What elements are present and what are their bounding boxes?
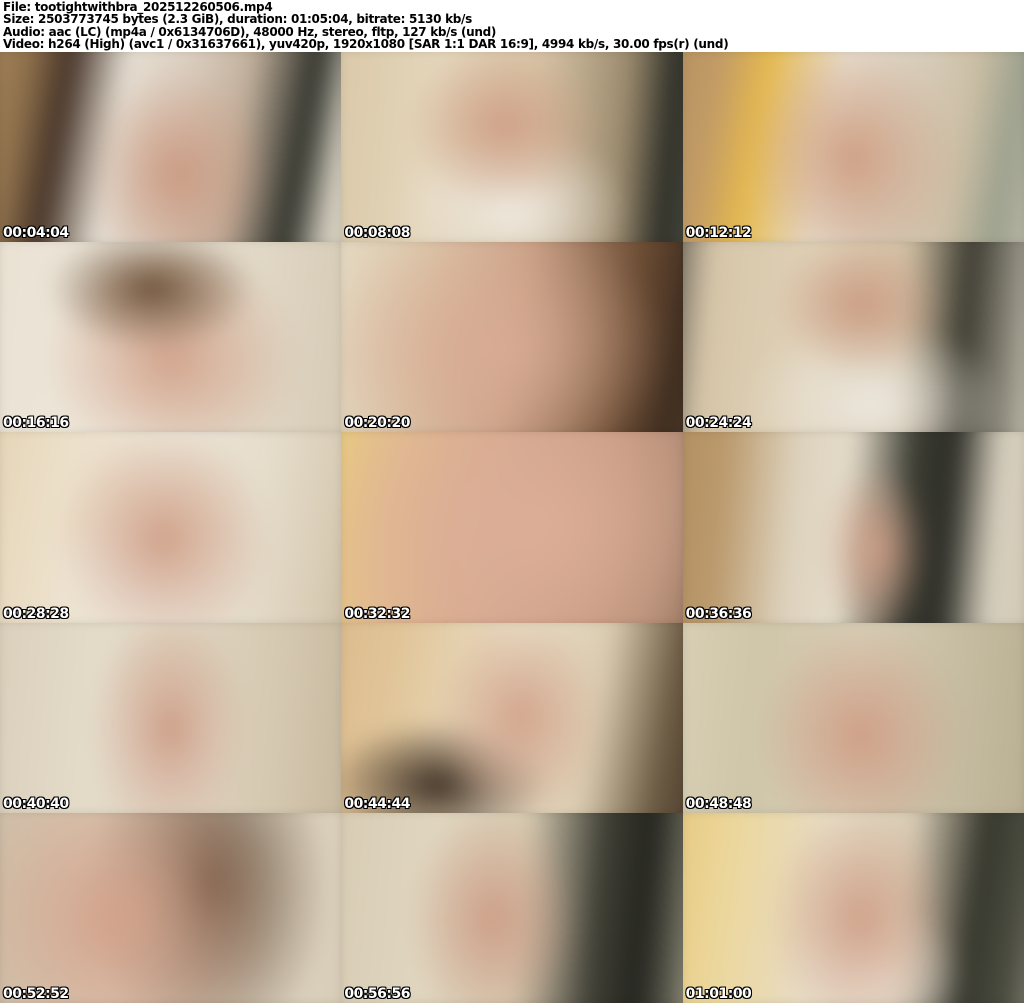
timestamp-overlay: 00:48:48 (685, 795, 752, 812)
timestamp-overlay: 00:24:24 (685, 415, 752, 432)
metadata-line-size: Size: 2503773745 bytes (2.3 GiB), durati… (3, 12, 472, 27)
video-thumbnail: 00:48:48 (682, 622, 1024, 813)
thumbnail-placeholder (341, 242, 683, 433)
video-thumbnail: 00:28:28 (0, 432, 342, 623)
timestamp-overlay: 00:40:40 (3, 795, 69, 812)
thumbnail-grid: 00:04:04 00:08:08 00:12:12 00:16:16 00:2… (0, 52, 1024, 1003)
thumbnail-placeholder (682, 52, 1024, 243)
timestamp-overlay: 00:08:08 (344, 225, 410, 242)
video-thumbnail: 00:12:12 (682, 52, 1024, 243)
timestamp-overlay: 01:01:00 (685, 985, 752, 1002)
timestamp-overlay: 00:56:56 (344, 985, 410, 1002)
video-thumbnail: 00:16:16 (0, 242, 342, 433)
timestamp-overlay: 00:12:12 (685, 225, 752, 242)
timestamp-overlay: 00:16:16 (3, 415, 69, 432)
thumbnail-placeholder (0, 242, 342, 433)
video-thumbnail: 00:04:04 (0, 52, 342, 243)
thumbnail-placeholder (682, 622, 1024, 813)
thumbnail-placeholder (682, 242, 1024, 433)
thumbnail-placeholder (0, 812, 342, 1003)
video-thumbnail: 00:32:32 (341, 432, 683, 623)
thumbnail-placeholder (341, 812, 683, 1003)
thumbnail-placeholder (0, 52, 342, 243)
video-thumbnail: 00:40:40 (0, 622, 342, 813)
thumbnail-placeholder (0, 432, 342, 623)
metadata-line-video: Video: h264 (High) (avc1 / 0x31637661), … (3, 37, 729, 52)
video-thumbnail: 00:36:36 (682, 432, 1024, 623)
video-thumbnail: 00:24:24 (682, 242, 1024, 433)
video-thumbnail: 00:20:20 (341, 242, 683, 433)
video-thumbnail: 00:56:56 (341, 812, 683, 1003)
video-thumbnail: 00:08:08 (341, 52, 683, 243)
timestamp-overlay: 00:36:36 (685, 605, 752, 622)
timestamp-overlay: 00:32:32 (344, 605, 410, 622)
thumbnail-placeholder (341, 622, 683, 813)
thumbnail-placeholder (682, 432, 1024, 623)
timestamp-overlay: 00:20:20 (344, 415, 410, 432)
thumbnail-placeholder (682, 812, 1024, 1003)
metadata-header: File: tootightwithbra_202512260506.mp4 S… (0, 0, 1024, 52)
video-thumbnail: 00:52:52 (0, 812, 342, 1003)
video-contact-sheet: File: tootightwithbra_202512260506.mp4 S… (0, 0, 1024, 1003)
thumbnail-placeholder (341, 432, 683, 623)
timestamp-overlay: 00:04:04 (3, 225, 69, 242)
timestamp-overlay: 00:52:52 (3, 985, 69, 1002)
thumbnail-placeholder (0, 622, 342, 813)
timestamp-overlay: 00:44:44 (344, 795, 410, 812)
timestamp-overlay: 00:28:28 (3, 605, 69, 622)
video-thumbnail: 01:01:00 (682, 812, 1024, 1003)
video-thumbnail: 00:44:44 (341, 622, 683, 813)
thumbnail-placeholder (341, 52, 683, 243)
